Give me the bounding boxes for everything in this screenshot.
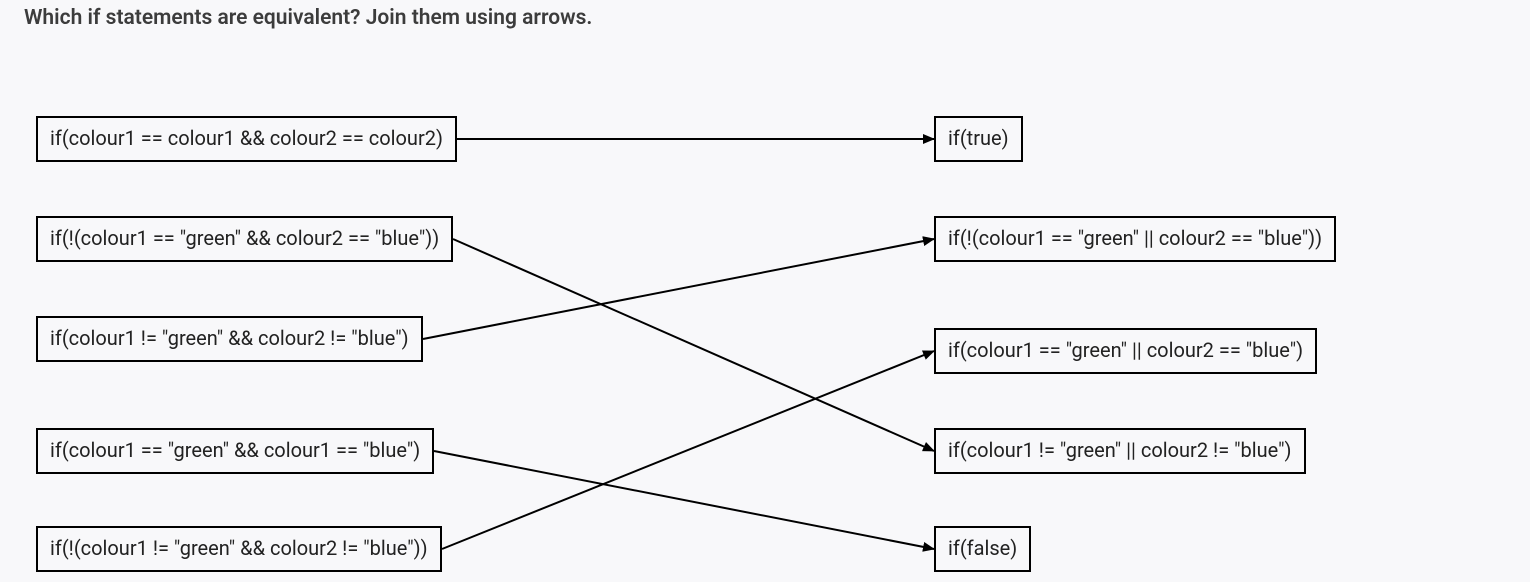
- right-box-2[interactable]: if(!(colour1 == "green" || colour2 == "b…: [934, 216, 1336, 262]
- connection-arrow: [442, 351, 934, 549]
- left-box-5[interactable]: if(!(colour1 != "green" && colour2 != "b…: [36, 526, 442, 572]
- right-box-5[interactable]: if(false): [934, 526, 1031, 572]
- question-text: Which if statements are equivalent? Join…: [24, 6, 592, 30]
- left-box-1[interactable]: if(colour1 == colour1 && colour2 == colo…: [36, 116, 457, 162]
- connections-svg: [0, 0, 1530, 582]
- left-box-3[interactable]: if(colour1 != "green" && colour2 != "blu…: [36, 316, 423, 362]
- diagram-canvas: Which if statements are equivalent? Join…: [0, 0, 1530, 582]
- left-box-2[interactable]: if(!(colour1 == "green" && colour2 == "b…: [36, 216, 453, 262]
- left-box-4[interactable]: if(colour1 == "green" && colour1 == "blu…: [36, 428, 434, 474]
- right-box-4[interactable]: if(colour1 != "green" || colour2 != "blu…: [934, 428, 1306, 474]
- right-box-3[interactable]: if(colour1 == "green" || colour2 == "blu…: [934, 328, 1317, 374]
- connection-arrow: [453, 239, 934, 451]
- right-box-1[interactable]: if(true): [934, 116, 1023, 162]
- connection-arrow: [423, 239, 934, 339]
- connection-arrow: [434, 451, 934, 549]
